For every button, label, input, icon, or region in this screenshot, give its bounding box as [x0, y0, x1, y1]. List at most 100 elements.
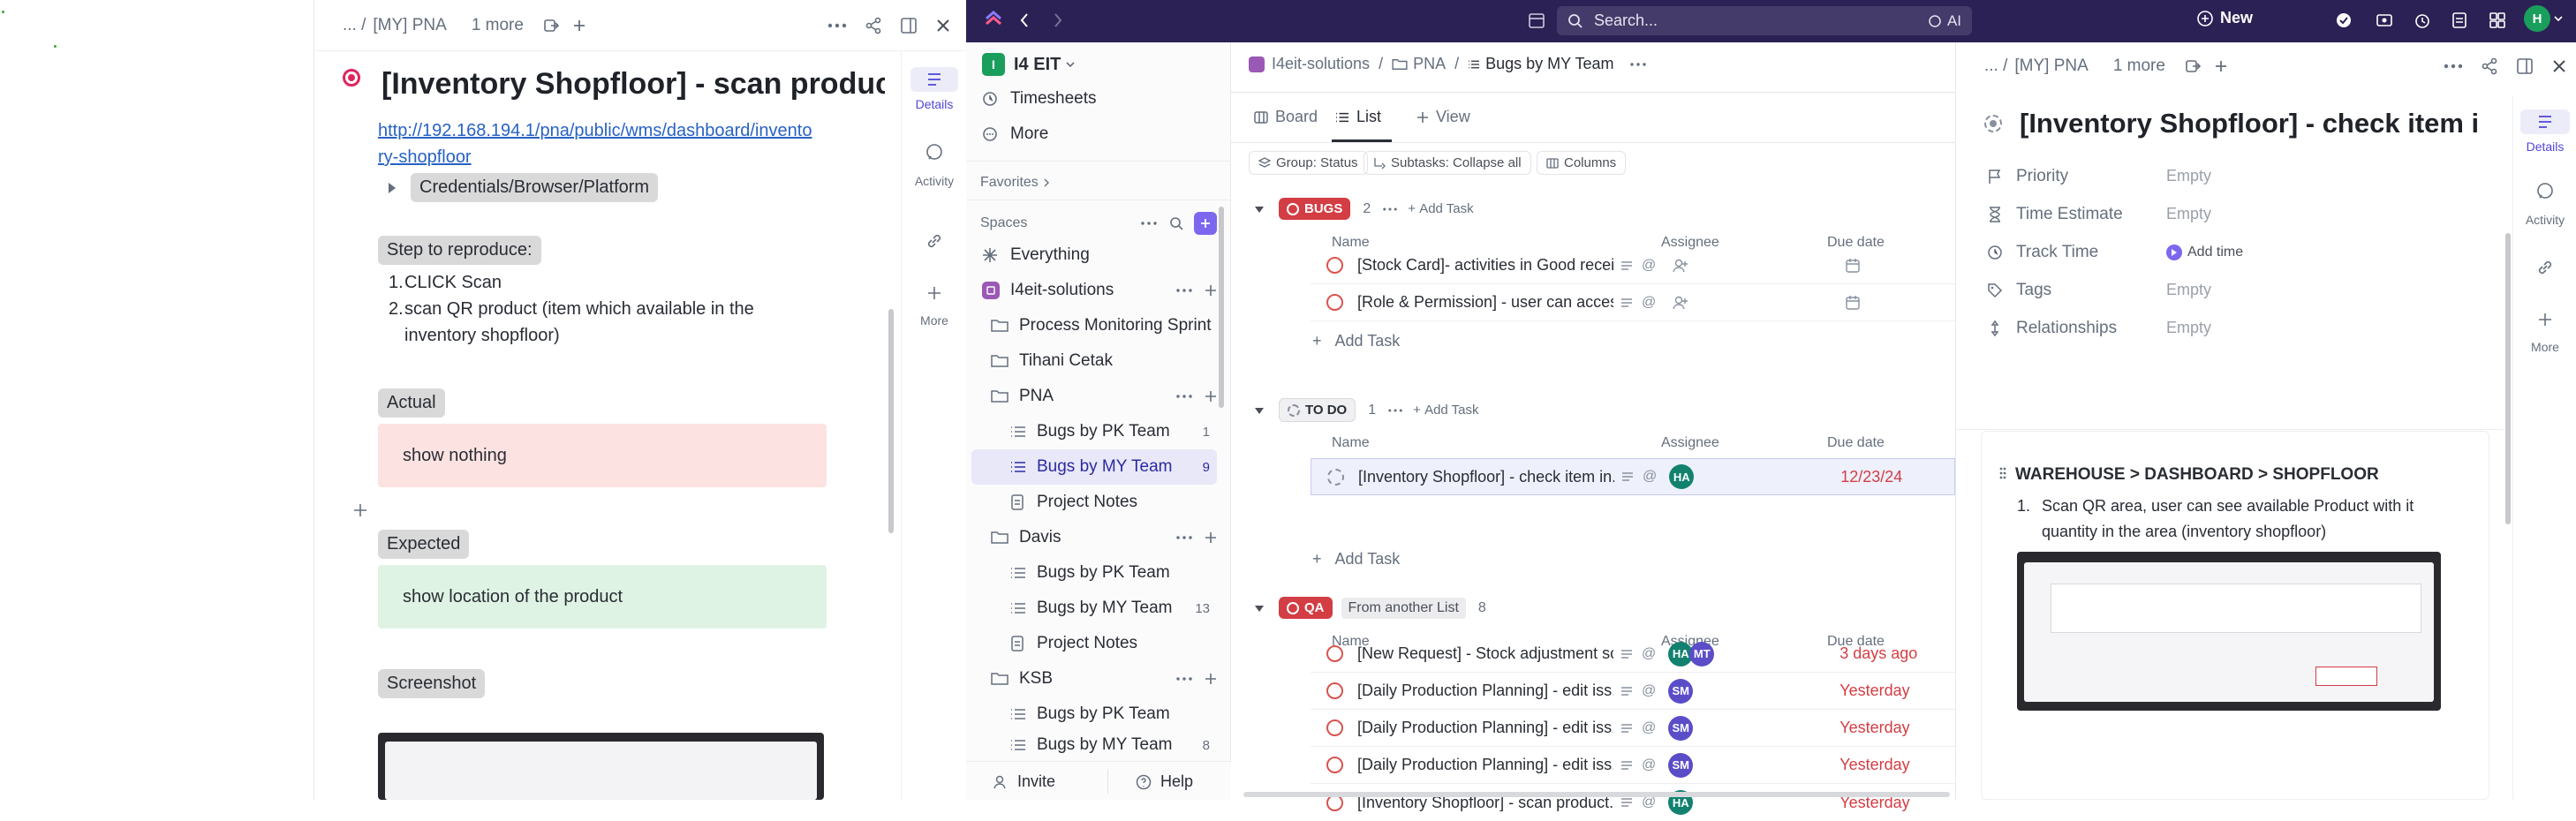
add-assignee-icon[interactable]: [1672, 258, 1689, 274]
assignee-avatar[interactable]: HA: [1669, 464, 1695, 489]
more-options-icon[interactable]: [1176, 395, 1192, 398]
favorites-header[interactable]: Favorites: [980, 175, 1049, 191]
sidebar-list[interactable]: Bugs by PK Team: [1010, 697, 1217, 732]
more-options-icon[interactable]: [1383, 207, 1397, 211]
breadcrumb-folder[interactable]: PNA: [1413, 55, 1446, 73]
add-task-row[interactable]: + Add Task: [1312, 550, 1400, 569]
invite-button[interactable]: Invite: [993, 772, 1055, 791]
add-block-icon[interactable]: [353, 503, 367, 517]
credentials-toggle[interactable]: Credentials/Browser/Platform: [388, 173, 659, 202]
sidebar-list[interactable]: Bugs by MY Team 8: [1010, 732, 1217, 758]
sidebar-list[interactable]: Bugs by PK Team: [1010, 555, 1217, 591]
status-circle-icon[interactable]: [1326, 682, 1343, 699]
plus-icon[interactable]: [571, 18, 587, 34]
status-circle-icon[interactable]: [1326, 257, 1343, 274]
alarm-icon[interactable]: [2414, 11, 2431, 29]
move-icon[interactable]: [543, 18, 559, 34]
more-options-icon[interactable]: [1176, 536, 1192, 539]
table-row[interactable]: [Daily Production Planning] - edit iss..…: [1311, 710, 1955, 747]
task-description[interactable]: WAREHOUSE > DASHBOARD > SHOPFLOOR 1. Scan…: [1981, 431, 2489, 800]
group-header-bugs[interactable]: BUGS 2 + Add Task: [1254, 198, 1474, 220]
table-row[interactable]: [Daily Production Planning] - edit iss..…: [1311, 673, 1955, 710]
set-due-date-icon[interactable]: [1845, 295, 1861, 311]
property-value[interactable]: Empty: [2166, 281, 2211, 299]
group-add-task[interactable]: + Add Task: [1408, 201, 1473, 216]
add-view-button[interactable]: View: [1416, 108, 1470, 126]
description-screenshot[interactable]: [2017, 552, 2441, 711]
status-circle-icon[interactable]: [1326, 757, 1343, 773]
more-options-icon[interactable]: [1176, 677, 1192, 681]
more-crumbs[interactable]: 1 more: [2113, 56, 2165, 76]
due-date[interactable]: 12/23/24: [1840, 468, 1902, 486]
ai-button[interactable]: AI: [1928, 12, 1961, 30]
sidebar-item-more[interactable]: More: [982, 117, 1220, 152]
columns-filter[interactable]: Columns: [1537, 151, 1627, 175]
details-tab[interactable]: Details: [910, 67, 958, 120]
task-link[interactable]: http://192.168.194.1/pna/public/wms/dash…: [378, 117, 873, 170]
app-logo-icon[interactable]: [984, 11, 1003, 30]
group-by-filter[interactable]: Group: Status: [1249, 151, 1368, 175]
more-tab[interactable]: More: [910, 286, 958, 328]
details-tab[interactable]: Details: [2520, 109, 2570, 154]
due-date[interactable]: 3 days ago: [1839, 644, 1917, 663]
horizontal-scrollbar[interactable]: [1243, 792, 1950, 797]
avatar[interactable]: H: [2524, 5, 2550, 32]
property-relationships[interactable]: Relationships Empty: [1984, 309, 2479, 347]
share-icon[interactable]: [865, 17, 882, 34]
table-row[interactable]: [New Request] - Stock adjustment sc... @…: [1311, 636, 1955, 673]
task-name[interactable]: [Stock Card]- activities in Good recei..…: [1357, 256, 1613, 275]
more-options-icon[interactable]: [1388, 408, 1402, 412]
property-priority[interactable]: Priority Empty: [1984, 157, 2479, 195]
more-options-icon[interactable]: [2444, 64, 2463, 69]
assignee-avatar[interactable]: MT: [1689, 641, 1715, 667]
sidebar-list-selected[interactable]: Bugs by MY Team 9: [971, 449, 1217, 485]
sidebar-folder-davis[interactable]: Davis: [991, 520, 1217, 555]
task-name[interactable]: [New Request] - Stock adjustment sc...: [1357, 644, 1613, 663]
task-title[interactable]: [Inventory Shopfloor] - check item i...: [2020, 108, 2479, 139]
doc-icon[interactable]: [2451, 11, 2467, 29]
status-icon[interactable]: [343, 69, 360, 87]
sidebar-space-i4eit[interactable]: I4eit-solutions: [982, 273, 1217, 308]
close-icon[interactable]: [935, 18, 951, 34]
property-time-estimate[interactable]: Time Estimate Empty: [1984, 195, 2479, 233]
calendar-icon[interactable]: [1528, 11, 1545, 29]
collapse-caret-icon[interactable]: [1254, 205, 1265, 214]
activity-tab[interactable]: Activity: [2520, 182, 2570, 227]
screen-record-icon[interactable]: [2376, 11, 2393, 29]
more-options-icon[interactable]: [1629, 62, 1646, 66]
close-icon[interactable]: [2551, 58, 2567, 74]
more-crumbs[interactable]: 1 more: [472, 16, 524, 35]
group-header-qa[interactable]: QA From another List 8: [1254, 597, 1486, 619]
sidebar-folder[interactable]: Process Monitoring Sprint: [991, 308, 1217, 343]
plus-icon[interactable]: [1205, 390, 1217, 403]
property-value[interactable]: Empty: [2166, 319, 2211, 337]
breadcrumb-list[interactable]: Bugs by MY Team: [1485, 55, 1613, 73]
activity-tab[interactable]: Activity: [910, 143, 958, 188]
link-icon[interactable]: [2520, 258, 2570, 277]
table-row[interactable]: [Stock Card]- activities in Good recei..…: [1311, 247, 1955, 284]
task-name[interactable]: [Daily Production Planning] - edit iss..…: [1357, 756, 1613, 774]
column-due-date[interactable]: Due date: [1827, 435, 1885, 451]
move-icon[interactable]: [2185, 58, 2201, 74]
task-name[interactable]: [Inventory Shopfloor] - check item in...: [1358, 468, 1614, 486]
sidebar-doc[interactable]: Project Notes: [1010, 485, 1217, 520]
more-tab[interactable]: More: [2520, 313, 2570, 354]
plus-icon[interactable]: [1205, 673, 1217, 685]
sidebar-toggle-icon[interactable]: [2516, 57, 2534, 75]
more-options-icon[interactable]: [827, 23, 847, 28]
breadcrumb-prefix[interactable]: ... /: [343, 16, 366, 35]
assignee-avatar[interactable]: SM: [1668, 678, 1694, 704]
more-options-icon[interactable]: [1176, 289, 1192, 292]
screenshot-thumbnail[interactable]: [378, 733, 824, 800]
breadcrumb[interactable]: [MY] PNA: [373, 16, 446, 35]
sidebar-list[interactable]: Bugs by PK Team 1: [1010, 414, 1217, 449]
add-task-row[interactable]: + Add Task: [1312, 332, 1400, 350]
breadcrumb[interactable]: [MY] PNA: [2014, 56, 2088, 76]
tab-board[interactable]: Board: [1254, 108, 1318, 126]
table-row[interactable]: [Role & Permission] - user can access sc…: [1311, 284, 1955, 321]
plus-icon[interactable]: [2213, 58, 2229, 74]
back-icon[interactable]: [1019, 12, 1030, 28]
apps-icon[interactable]: [2489, 11, 2506, 29]
add-assignee-icon[interactable]: [1672, 295, 1689, 311]
help-button[interactable]: Help: [1136, 772, 1193, 791]
